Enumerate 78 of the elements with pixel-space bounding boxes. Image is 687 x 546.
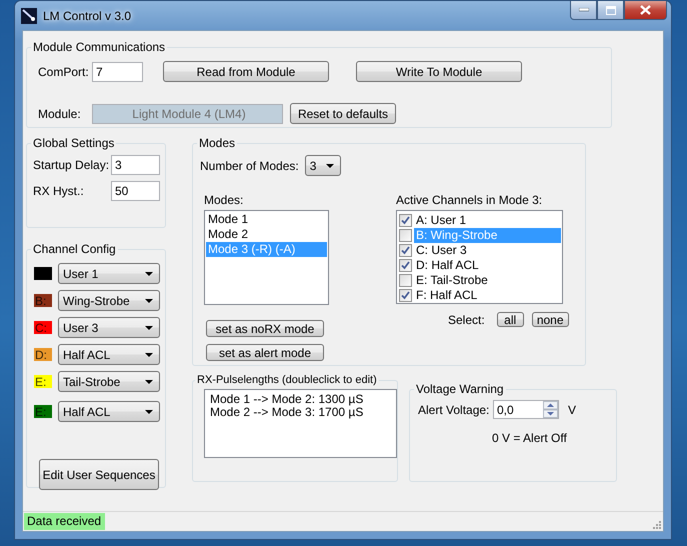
close-button[interactable]: [624, 1, 667, 20]
edit-sequences-button[interactable]: Edit User Sequences: [39, 459, 159, 490]
minimize-icon: [578, 8, 588, 12]
read-button[interactable]: Read from Module: [163, 61, 329, 82]
group-title: Global Settings: [32, 136, 116, 150]
app-icon: [21, 8, 37, 24]
channel-letter: D:: [34, 348, 47, 360]
pulselength-item[interactable]: Mode 1 --> Mode 2: 1300 µS: [208, 393, 393, 406]
select-all-button[interactable]: all: [496, 312, 524, 327]
select-none-button[interactable]: none: [532, 312, 569, 327]
caret-icon: [145, 272, 153, 276]
write-button[interactable]: Write To Module: [356, 61, 522, 82]
channel-item[interactable]: D: Half ACL: [414, 258, 561, 273]
alert-note: 0 V = Alert Off: [492, 431, 567, 445]
caret-icon: [145, 352, 153, 356]
mode-count-dropdown[interactable]: 3: [304, 155, 341, 176]
channel-checkbox[interactable]: [399, 244, 412, 257]
channel-letter: B:: [34, 294, 46, 306]
status-text: Data received: [24, 513, 106, 530]
mode-action-button[interactable]: set as alert mode: [206, 344, 324, 361]
caret-icon: [145, 410, 153, 414]
channel-item[interactable]: F: Half ACL: [414, 288, 561, 303]
channel-item[interactable]: C: User 3: [414, 243, 561, 258]
caret-icon: [326, 164, 334, 168]
setting-label: Startup Delay:: [33, 158, 110, 172]
channel-dropdown[interactable]: Tail-Strobe: [58, 371, 160, 392]
mode-item[interactable]: Mode 1: [206, 212, 327, 227]
mode-item[interactable]: Mode 2: [206, 227, 327, 242]
setting-label: RX Hyst.:: [33, 184, 85, 198]
modes-list[interactable]: Mode 1 Mode 2 Mode 3 (-R) (-A): [204, 210, 329, 305]
channel-checkbox[interactable]: [399, 214, 412, 227]
select-label: Select:: [448, 312, 485, 326]
channel-dropdown[interactable]: User 1: [58, 263, 160, 284]
channel-letter: E:: [34, 376, 46, 388]
active-channels-list[interactable]: A: User 1 B: Wing-Strobe C: User 3 D: Half ACL E: Tail-Strobe F: Half ACL: [396, 210, 563, 304]
spin-arrows-icon[interactable]: [543, 401, 558, 418]
channel-dropdown[interactable]: User 3: [58, 317, 160, 338]
resize-grip-icon[interactable]: [651, 519, 661, 529]
alert-voltage-spinner[interactable]: 0,0: [493, 400, 559, 419]
active-channels-label: Active Channels in Mode 3:: [396, 193, 544, 207]
channel-checkbox[interactable]: [399, 289, 412, 302]
channel-letter: C:: [34, 322, 47, 334]
modes-list-label: Modes:: [204, 193, 244, 207]
channel-letter: E:: [34, 406, 46, 418]
mode-count-label: Number of Modes:: [200, 158, 299, 172]
channel-checkbox[interactable]: [399, 274, 412, 287]
pulselength-list[interactable]: Mode 1 --> Mode 2: 1300 µS Mode 2 --> Mode 3: 1700 µS: [204, 389, 397, 458]
group-title: Channel Config: [32, 242, 117, 256]
module-field: Light Module 4 (LM4): [92, 104, 283, 124]
setting-field[interactable]: 50: [111, 181, 160, 201]
channel-checkbox[interactable]: [399, 229, 412, 242]
mode-action-button[interactable]: set as noRX mode: [206, 320, 324, 337]
caret-icon: [145, 380, 153, 384]
maximize-button[interactable]: [597, 1, 624, 20]
comport-label: ComPort:: [38, 64, 90, 78]
window-title: LM Control v 3.0: [43, 8, 132, 22]
module-label: Module:: [38, 106, 82, 120]
alert-voltage-label: Alert Voltage:: [418, 402, 490, 416]
pulselength-item[interactable]: Mode 2 --> Mode 3: 1700 µS: [208, 406, 393, 419]
minimize-button[interactable]: [570, 1, 597, 20]
group-title: Voltage Warning: [415, 382, 505, 396]
reset-button[interactable]: Reset to defaults: [290, 103, 396, 124]
group-title: Module Communications: [32, 40, 166, 54]
setting-field[interactable]: 3: [111, 155, 160, 175]
channel-dropdown[interactable]: Half ACL: [58, 344, 160, 365]
group-title: RX-Pulselengths (doubleclick to edit): [196, 374, 378, 386]
channel-dropdown[interactable]: Half ACL: [58, 401, 160, 422]
comport-field[interactable]: 7: [92, 62, 143, 82]
maximize-icon: [606, 6, 616, 14]
channel-item[interactable]: A: User 1: [414, 213, 561, 228]
voltage-unit: V: [568, 402, 576, 416]
caret-icon: [145, 298, 153, 302]
caret-icon: [145, 326, 153, 330]
group-title: Modes: [198, 136, 236, 150]
channel-item[interactable]: E: Tail-Strobe: [414, 273, 561, 288]
channel-dropdown[interactable]: Wing-Strobe: [58, 290, 160, 311]
channel-checkbox[interactable]: [399, 259, 412, 272]
close-icon: [640, 5, 651, 15]
